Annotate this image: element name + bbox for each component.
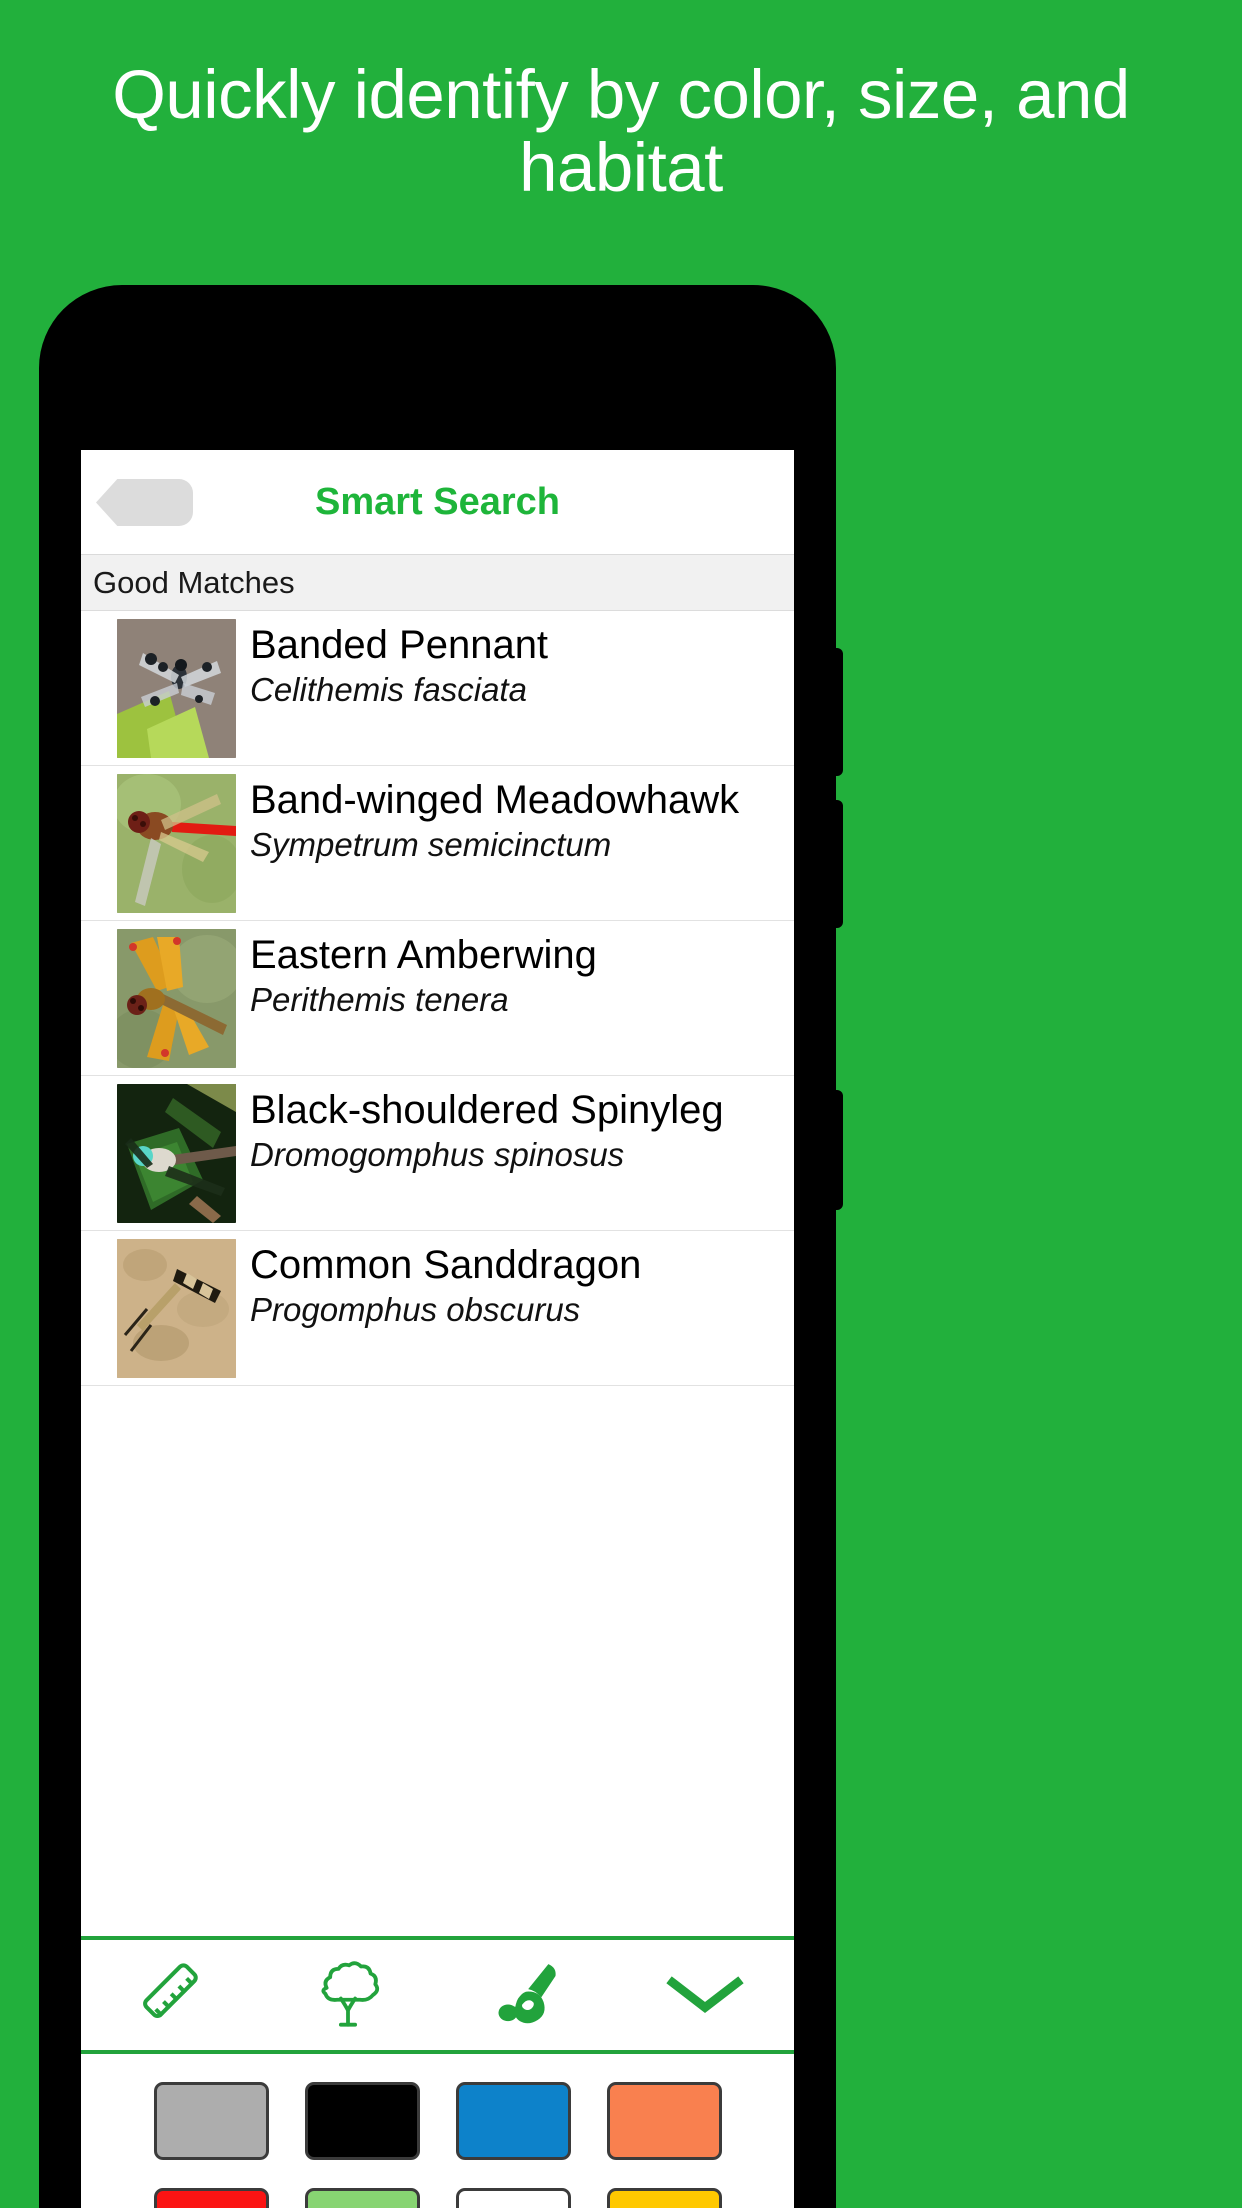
color-swatch-red[interactable] bbox=[153, 2188, 269, 2208]
species-common-name: Banded Pennant bbox=[250, 623, 549, 667]
tree-icon bbox=[321, 1961, 380, 2027]
color-swatch-yellow[interactable] bbox=[606, 2188, 722, 2208]
dragonfly-photo-icon bbox=[117, 1239, 236, 1378]
section-header-good-matches: Good Matches bbox=[81, 555, 794, 611]
color-swatch-black[interactable] bbox=[304, 2082, 420, 2160]
color-swatch-blue[interactable] bbox=[455, 2082, 571, 2160]
ruler-icon bbox=[143, 1963, 198, 2019]
species-common-name: Black-shouldered Spinyleg bbox=[250, 1088, 724, 1132]
color-swatch-gray[interactable] bbox=[153, 2082, 269, 2160]
page-title: Quickly identify by color, size, and hab… bbox=[112, 56, 1130, 207]
species-thumbnail bbox=[117, 1239, 236, 1378]
phone-device-frame: Smart Search Good Matches Banded Pennant… bbox=[40, 286, 835, 2208]
dragonfly-photo-icon bbox=[117, 774, 236, 913]
filter-size-button[interactable] bbox=[81, 1940, 259, 2050]
chevron-down-icon bbox=[666, 1976, 744, 2014]
filter-color-button[interactable] bbox=[438, 1940, 616, 2050]
species-common-name: Common Sanddragon bbox=[250, 1243, 642, 1287]
species-scientific-name: Perithemis tenera bbox=[250, 980, 509, 1018]
species-scientific-name: Celithemis fasciata bbox=[250, 670, 527, 708]
species-text: Banded Pennant Celithemis fasciata bbox=[250, 619, 548, 709]
species-common-name: Band-winged Meadowhawk bbox=[250, 778, 740, 822]
filter-collapse-button[interactable] bbox=[616, 1940, 794, 2050]
dragonfly-photo-icon bbox=[117, 1084, 236, 1223]
navigation-bar: Smart Search bbox=[81, 450, 794, 555]
paintbrush-icon bbox=[498, 1964, 556, 2024]
dragonfly-photo-icon bbox=[117, 929, 236, 1068]
species-common-name: Eastern Amberwing bbox=[250, 933, 597, 977]
species-scientific-name: Dromogomphus spinosus bbox=[250, 1135, 625, 1173]
species-text: Eastern Amberwing Perithemis tenera bbox=[250, 929, 597, 1019]
species-text: Band-winged Meadowhawk Sympetrum semicin… bbox=[250, 774, 739, 864]
species-thumbnail bbox=[117, 619, 236, 758]
filter-habitat-button[interactable] bbox=[259, 1940, 437, 2050]
list-item[interactable]: Black-shouldered Spinyleg Dromogomphus s… bbox=[81, 1076, 794, 1231]
list-item[interactable]: Banded Pennant Celithemis fasciata bbox=[81, 611, 794, 766]
color-swatch-light-green[interactable] bbox=[304, 2188, 420, 2208]
species-thumbnail bbox=[117, 1084, 236, 1223]
species-thumbnail bbox=[117, 929, 236, 1068]
species-scientific-name: Sympetrum semicinctum bbox=[250, 825, 612, 863]
dragonfly-photo-icon bbox=[117, 619, 236, 758]
list-item[interactable]: Band-winged Meadowhawk Sympetrum semicin… bbox=[81, 766, 794, 921]
species-thumbnail bbox=[117, 774, 236, 913]
species-text: Black-shouldered Spinyleg Dromogomphus s… bbox=[250, 1084, 724, 1174]
filter-toolbar bbox=[81, 1936, 794, 2054]
list-item[interactable]: Common Sanddragon Progomphus obscurus bbox=[81, 1231, 794, 1386]
list-item[interactable]: Eastern Amberwing Perithemis tenera bbox=[81, 921, 794, 1076]
app-screen: Smart Search Good Matches Banded Pennant… bbox=[81, 450, 794, 2208]
color-swatch-grid bbox=[81, 2054, 794, 2208]
page-title: Smart Search bbox=[314, 480, 560, 523]
back-button[interactable] bbox=[96, 479, 193, 526]
results-list[interactable]: Banded Pennant Celithemis fasciata Band-… bbox=[81, 611, 794, 1936]
species-text: Common Sanddragon Progomphus obscurus bbox=[250, 1239, 641, 1329]
species-scientific-name: Progomphus obscurus bbox=[250, 1290, 581, 1328]
color-swatch-orange[interactable] bbox=[606, 2082, 722, 2160]
color-swatch-white[interactable] bbox=[455, 2188, 571, 2208]
